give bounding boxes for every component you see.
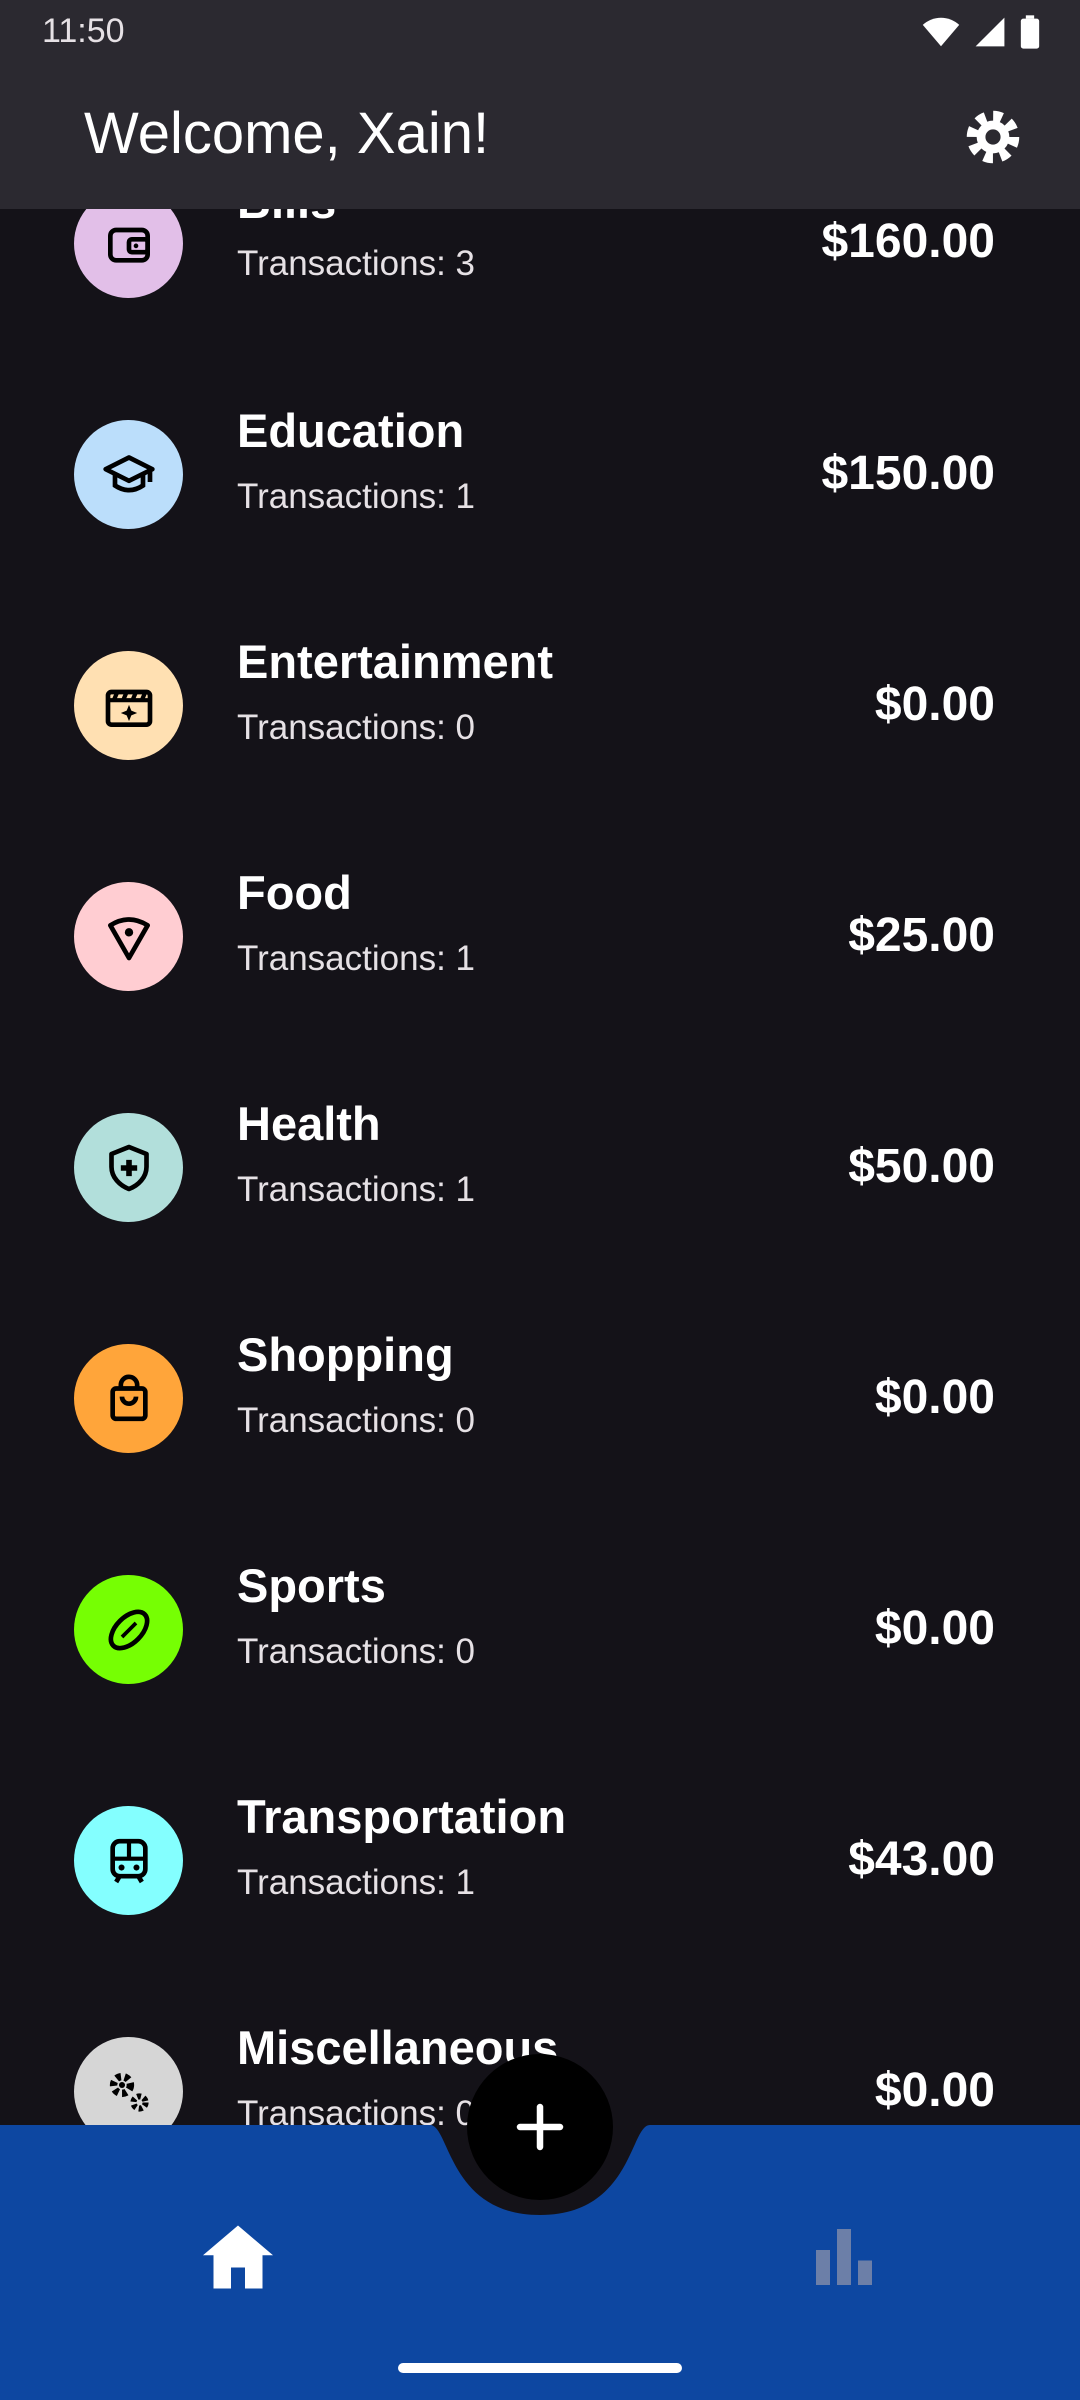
- cell-signal-icon: [975, 17, 1005, 47]
- category-name: Health: [237, 1097, 381, 1150]
- transaction-count: Transactions: 3: [237, 244, 475, 283]
- plus-icon: [516, 2103, 564, 2151]
- battery-icon: [1020, 15, 1040, 49]
- category-amount: $160.00: [821, 215, 995, 268]
- category-row-education[interactable]: Education Transactions: 1 $150.00: [0, 359, 1080, 590]
- app-bar: Welcome, Xain!: [0, 62, 1080, 209]
- category-name: Food: [237, 866, 352, 919]
- category-avatar: [74, 882, 183, 991]
- status-icons: [922, 12, 1040, 52]
- category-amount: $0.00: [874, 2064, 995, 2117]
- category-amount: $50.00: [848, 1140, 995, 1193]
- transaction-count: Transactions: 1: [237, 939, 475, 978]
- category-avatar: [74, 1806, 183, 1915]
- category-row-entertainment[interactable]: Entertainment Transactions: 0 $0.00: [0, 590, 1080, 821]
- transaction-count: Transactions: 0: [237, 1632, 475, 1671]
- add-transaction-button[interactable]: [467, 2054, 613, 2200]
- category-avatar: [74, 1113, 183, 1222]
- transaction-count: Transactions: 1: [237, 1170, 475, 1209]
- category-name: Shopping: [237, 1328, 454, 1381]
- transaction-count: Transactions: 1: [237, 1863, 475, 1902]
- category-amount: $0.00: [874, 1602, 995, 1655]
- category-amount: $0.00: [874, 678, 995, 731]
- gears-icon: [109, 2072, 149, 2112]
- movie-icon: [105, 689, 152, 727]
- health-shield-icon: [108, 1144, 149, 1191]
- gesture-handle[interactable]: [398, 2363, 682, 2373]
- category-name: Transportation: [237, 1790, 567, 1843]
- category-row-transportation[interactable]: Transportation Transactions: 1 $43.00: [0, 1745, 1080, 1976]
- football-icon: [108, 1609, 149, 1650]
- page-title: Welcome, Xain!: [84, 101, 490, 166]
- category-row-shopping[interactable]: Shopping Transactions: 0 $0.00: [0, 1283, 1080, 1514]
- category-avatar: [74, 420, 183, 529]
- category-avatar: [74, 2037, 183, 2126]
- category-name: Sports: [237, 1559, 386, 1612]
- category-avatar: [74, 1575, 183, 1684]
- train-icon: [109, 1838, 148, 1883]
- pizza-icon: [107, 916, 150, 960]
- nav-stats-button[interactable]: [802, 2215, 886, 2299]
- status-bar: 11:50: [0, 0, 1080, 62]
- settings-button[interactable]: [958, 102, 1028, 172]
- category-amount: $0.00: [874, 1371, 995, 1424]
- bar-chart-icon: [816, 2229, 872, 2285]
- wifi-icon: [922, 17, 960, 47]
- home-icon: [203, 2225, 273, 2289]
- category-amount: $25.00: [848, 909, 995, 962]
- graduation-cap-icon: [102, 454, 155, 492]
- category-row-health[interactable]: Health Transactions: 1 $50.00: [0, 1052, 1080, 1283]
- transaction-count: Transactions: 0: [237, 1401, 475, 1440]
- category-row-sports[interactable]: Sports Transactions: 0 $0.00: [0, 1514, 1080, 1745]
- nav-home-button[interactable]: [196, 2215, 280, 2299]
- category-amount: $43.00: [848, 1833, 995, 1886]
- status-time: 11:50: [42, 12, 125, 50]
- shopping-bag-icon: [109, 1374, 148, 1421]
- transaction-count: Transactions: 0: [237, 708, 475, 747]
- category-avatar: [74, 651, 183, 760]
- category-avatar: [74, 1344, 183, 1453]
- category-row-food[interactable]: Food Transactions: 1 $25.00: [0, 821, 1080, 1052]
- gear-icon: [966, 110, 1020, 164]
- category-amount: $150.00: [821, 447, 995, 500]
- transaction-count: Transactions: 0: [237, 2094, 475, 2126]
- category-name: Entertainment: [237, 635, 553, 688]
- category-name: Education: [237, 404, 465, 457]
- transaction-count: Transactions: 1: [237, 477, 475, 516]
- wallet-icon: [107, 227, 150, 263]
- category-list[interactable]: Bills Transactions: 3 $160.00 Education …: [0, 0, 1080, 2126]
